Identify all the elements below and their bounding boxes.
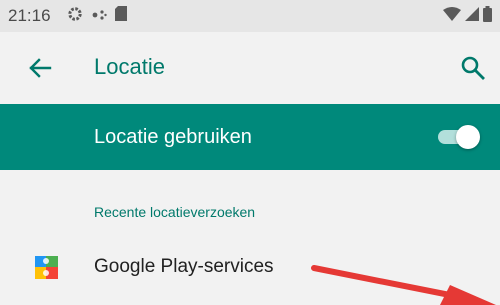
use-location-row[interactable]: Locatie gebruiken <box>0 104 500 170</box>
status-icons-left <box>67 6 127 27</box>
use-location-label: Locatie gebruiken <box>94 126 252 148</box>
status-bar: 21:16 <box>0 0 500 32</box>
toggle-thumb <box>456 125 480 149</box>
settings-icon <box>67 6 83 27</box>
recent-requests-header: Recente locatieverzoeken <box>94 204 256 220</box>
cell-signal-icon <box>465 6 479 26</box>
list-item-label: Google Play-services <box>94 256 274 277</box>
status-icons-right <box>443 5 492 27</box>
search-button[interactable] <box>458 53 488 83</box>
battery-icon <box>483 5 492 27</box>
app-bar: Locatie <box>0 32 500 104</box>
back-button[interactable] <box>26 54 54 82</box>
arrow-back-icon <box>29 58 52 78</box>
status-time: 21:16 <box>8 6 51 25</box>
dots-icon <box>91 7 107 26</box>
search-icon <box>461 56 485 80</box>
page-title: Locatie <box>94 54 165 79</box>
use-location-toggle[interactable] <box>436 124 480 150</box>
google-play-services-icon <box>34 252 60 282</box>
annotation-arrow <box>311 265 496 305</box>
sd-card-icon <box>115 6 127 26</box>
wifi-icon <box>443 6 461 26</box>
